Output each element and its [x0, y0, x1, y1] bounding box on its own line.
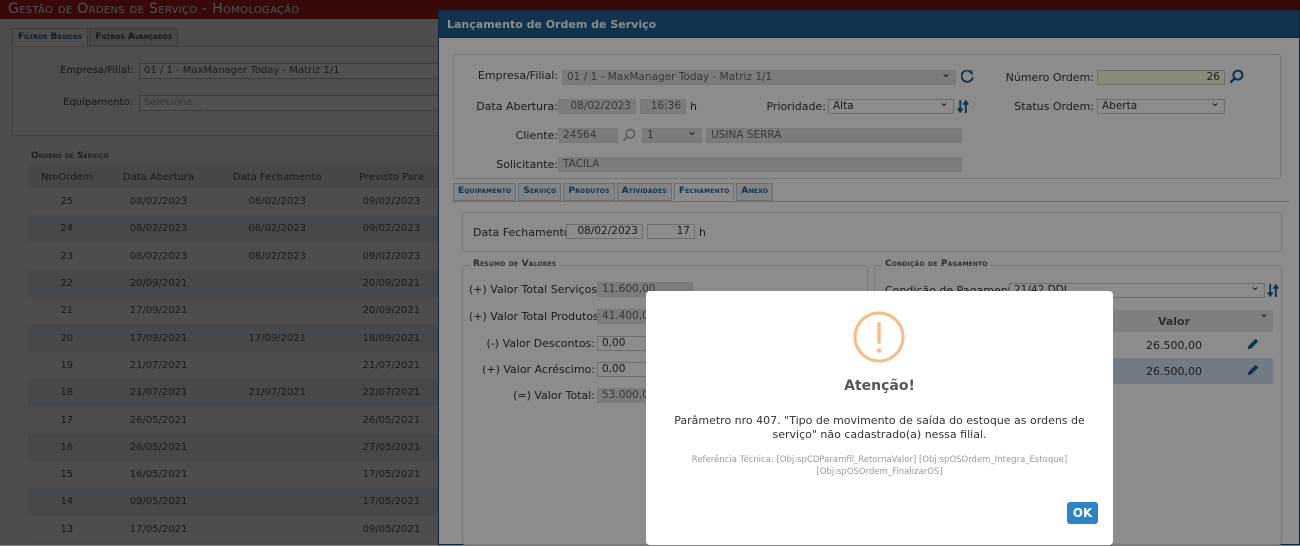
warning-icon: [853, 311, 905, 363]
alert-message: Parâmetro nro 407. "Tipo de movimento de…: [674, 414, 1085, 441]
ok-button[interactable]: OK: [1067, 502, 1098, 524]
alert-title: Atenção!: [844, 378, 915, 394]
alert-reference: Referência Técnica: [Obj:spCDParamfil_Re…: [691, 455, 1068, 477]
alert-dialog: Atenção! Parâmetro nro 407. "Tipo de mov…: [646, 291, 1113, 545]
